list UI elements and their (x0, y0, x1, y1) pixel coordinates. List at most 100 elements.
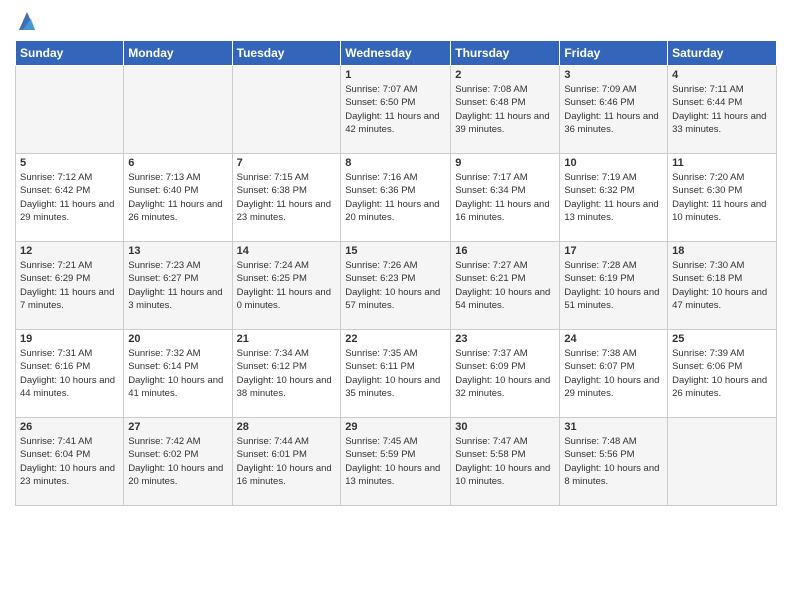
day-info: Sunrise: 7:32 AMSunset: 6:14 PMDaylight:… (128, 347, 227, 400)
calendar-cell: 1 Sunrise: 7:07 AMSunset: 6:50 PMDaylight… (341, 66, 451, 154)
day-number: 29 (345, 421, 446, 433)
calendar-cell: 17 Sunrise: 7:28 AMSunset: 6:19 PMDayligh… (560, 242, 668, 330)
header (15, 10, 777, 34)
day-info: Sunrise: 7:44 AMSunset: 6:01 PMDaylight:… (237, 435, 337, 488)
calendar-cell: 12 Sunrise: 7:21 AMSunset: 6:29 PMDayligh… (16, 242, 124, 330)
day-info: Sunrise: 7:16 AMSunset: 6:36 PMDaylight:… (345, 171, 446, 224)
week-row-3: 12 Sunrise: 7:21 AMSunset: 6:29 PMDayligh… (16, 242, 777, 330)
calendar-cell: 6Sunrise: 7:13 AMSunset: 6:40 PMDaylight… (124, 154, 232, 242)
day-info: Sunrise: 7:34 AMSunset: 6:12 PMDaylight:… (237, 347, 337, 400)
day-number: 4 (672, 69, 772, 81)
day-info: Sunrise: 7:41 AMSunset: 6:04 PMDaylight:… (20, 435, 119, 488)
day-info: Sunrise: 7:28 AMSunset: 6:19 PMDaylight:… (564, 259, 663, 312)
calendar-cell: 26 Sunrise: 7:41 AMSunset: 6:04 PMDayligh… (16, 418, 124, 506)
day-info: Sunrise: 7:07 AMSunset: 6:50 PMDaylight:… (345, 83, 446, 136)
calendar-cell: 19Sunrise: 7:31 AMSunset: 6:16 PMDayligh… (16, 330, 124, 418)
header-row: SundayMondayTuesdayWednesdayThursdayFrid… (16, 41, 777, 66)
col-header-sunday: Sunday (16, 41, 124, 66)
day-number: 17 (564, 245, 663, 257)
calendar-cell: 18 Sunrise: 7:30 AMSunset: 6:18 PMDayligh… (668, 242, 777, 330)
logo (15, 10, 37, 34)
day-number: 8 (345, 157, 446, 169)
calendar-cell: 24Sunrise: 7:38 AMSunset: 6:07 PMDayligh… (560, 330, 668, 418)
day-info: Sunrise: 7:12 AMSunset: 6:42 PMDaylight:… (20, 171, 119, 224)
calendar-cell: 21 Sunrise: 7:34 AMSunset: 6:12 PMDayligh… (232, 330, 341, 418)
week-row-2: 5 Sunrise: 7:12 AMSunset: 6:42 PMDaylight… (16, 154, 777, 242)
calendar-cell: 14 Sunrise: 7:24 AMSunset: 6:25 PMDayligh… (232, 242, 341, 330)
day-info: Sunrise: 7:17 AMSunset: 6:34 PMDaylight:… (455, 171, 555, 224)
day-info: Sunrise: 7:20 AMSunset: 6:30 PMDaylight:… (672, 171, 772, 224)
day-info: Sunrise: 7:38 AMSunset: 6:07 PMDaylight:… (564, 347, 663, 400)
day-info: Sunrise: 7:45 AMSunset: 5:59 PMDaylight:… (345, 435, 446, 488)
day-number: 23 (455, 333, 555, 345)
calendar-cell: 27 Sunrise: 7:42 AMSunset: 6:02 PMDayligh… (124, 418, 232, 506)
col-header-thursday: Thursday (451, 41, 560, 66)
col-header-tuesday: Tuesday (232, 41, 341, 66)
calendar-cell: 5 Sunrise: 7:12 AMSunset: 6:42 PMDaylight… (16, 154, 124, 242)
day-number: 7 (237, 157, 337, 169)
day-info: Sunrise: 7:13 AMSunset: 6:40 PMDaylight:… (128, 171, 227, 224)
calendar-cell: 10Sunrise: 7:19 AMSunset: 6:32 PMDayligh… (560, 154, 668, 242)
day-number: 16 (455, 245, 555, 257)
day-number: 28 (237, 421, 337, 433)
calendar-cell: 28 Sunrise: 7:44 AMSunset: 6:01 PMDayligh… (232, 418, 341, 506)
col-header-friday: Friday (560, 41, 668, 66)
day-number: 20 (128, 333, 227, 345)
day-info: Sunrise: 7:35 AMSunset: 6:11 PMDaylight:… (345, 347, 446, 400)
day-info: Sunrise: 7:26 AMSunset: 6:23 PMDaylight:… (345, 259, 446, 312)
calendar-cell: 16 Sunrise: 7:27 AMSunset: 6:21 PMDayligh… (451, 242, 560, 330)
col-header-saturday: Saturday (668, 41, 777, 66)
day-info: Sunrise: 7:21 AMSunset: 6:29 PMDaylight:… (20, 259, 119, 312)
day-info: Sunrise: 7:23 AMSunset: 6:27 PMDaylight:… (128, 259, 227, 312)
day-info: Sunrise: 7:39 AMSunset: 6:06 PMDaylight:… (672, 347, 772, 400)
calendar-cell (232, 66, 341, 154)
day-info: Sunrise: 7:15 AMSunset: 6:38 PMDaylight:… (237, 171, 337, 224)
calendar-cell: 4 Sunrise: 7:11 AMSunset: 6:44 PMDaylight… (668, 66, 777, 154)
calendar-cell (16, 66, 124, 154)
day-number: 19 (20, 333, 119, 345)
day-number: 21 (237, 333, 337, 345)
day-number: 14 (237, 245, 337, 257)
day-number: 1 (345, 69, 446, 81)
day-info: Sunrise: 7:30 AMSunset: 6:18 PMDaylight:… (672, 259, 772, 312)
logo-icon (17, 10, 37, 34)
day-number: 31 (564, 421, 663, 433)
day-number: 27 (128, 421, 227, 433)
calendar-cell: 9Sunrise: 7:17 AMSunset: 6:34 PMDaylight… (451, 154, 560, 242)
day-info: Sunrise: 7:09 AMSunset: 6:46 PMDaylight:… (564, 83, 663, 136)
calendar-table: SundayMondayTuesdayWednesdayThursdayFrid… (15, 40, 777, 506)
col-header-wednesday: Wednesday (341, 41, 451, 66)
calendar-cell: 22Sunrise: 7:35 AMSunset: 6:11 PMDayligh… (341, 330, 451, 418)
day-info: Sunrise: 7:24 AMSunset: 6:25 PMDaylight:… (237, 259, 337, 312)
calendar-cell: 15 Sunrise: 7:26 AMSunset: 6:23 PMDayligh… (341, 242, 451, 330)
day-number: 13 (128, 245, 227, 257)
calendar-cell: 29 Sunrise: 7:45 AMSunset: 5:59 PMDayligh… (341, 418, 451, 506)
day-number: 30 (455, 421, 555, 433)
week-row-4: 19Sunrise: 7:31 AMSunset: 6:16 PMDayligh… (16, 330, 777, 418)
calendar-cell (124, 66, 232, 154)
calendar-cell: 25 Sunrise: 7:39 AMSunset: 6:06 PMDayligh… (668, 330, 777, 418)
day-number: 5 (20, 157, 119, 169)
calendar-cell: 20 Sunrise: 7:32 AMSunset: 6:14 PMDayligh… (124, 330, 232, 418)
calendar-cell: 13 Sunrise: 7:23 AMSunset: 6:27 PMDayligh… (124, 242, 232, 330)
day-info: Sunrise: 7:27 AMSunset: 6:21 PMDaylight:… (455, 259, 555, 312)
day-number: 3 (564, 69, 663, 81)
day-number: 26 (20, 421, 119, 433)
day-info: Sunrise: 7:11 AMSunset: 6:44 PMDaylight:… (672, 83, 772, 136)
day-number: 10 (564, 157, 663, 169)
calendar-cell: 3 Sunrise: 7:09 AMSunset: 6:46 PMDaylight… (560, 66, 668, 154)
day-number: 11 (672, 157, 772, 169)
day-number: 18 (672, 245, 772, 257)
day-number: 12 (20, 245, 119, 257)
week-row-5: 26 Sunrise: 7:41 AMSunset: 6:04 PMDayligh… (16, 418, 777, 506)
day-number: 25 (672, 333, 772, 345)
calendar-cell: 30Sunrise: 7:47 AMSunset: 5:58 PMDayligh… (451, 418, 560, 506)
day-number: 15 (345, 245, 446, 257)
col-header-monday: Monday (124, 41, 232, 66)
calendar-cell: 2Sunrise: 7:08 AMSunset: 6:48 PMDaylight… (451, 66, 560, 154)
day-info: Sunrise: 7:42 AMSunset: 6:02 PMDaylight:… (128, 435, 227, 488)
calendar-cell: 7 Sunrise: 7:15 AMSunset: 6:38 PMDaylight… (232, 154, 341, 242)
calendar-cell: 31 Sunrise: 7:48 AMSunset: 5:56 PMDayligh… (560, 418, 668, 506)
day-info: Sunrise: 7:48 AMSunset: 5:56 PMDaylight:… (564, 435, 663, 488)
calendar-cell (668, 418, 777, 506)
